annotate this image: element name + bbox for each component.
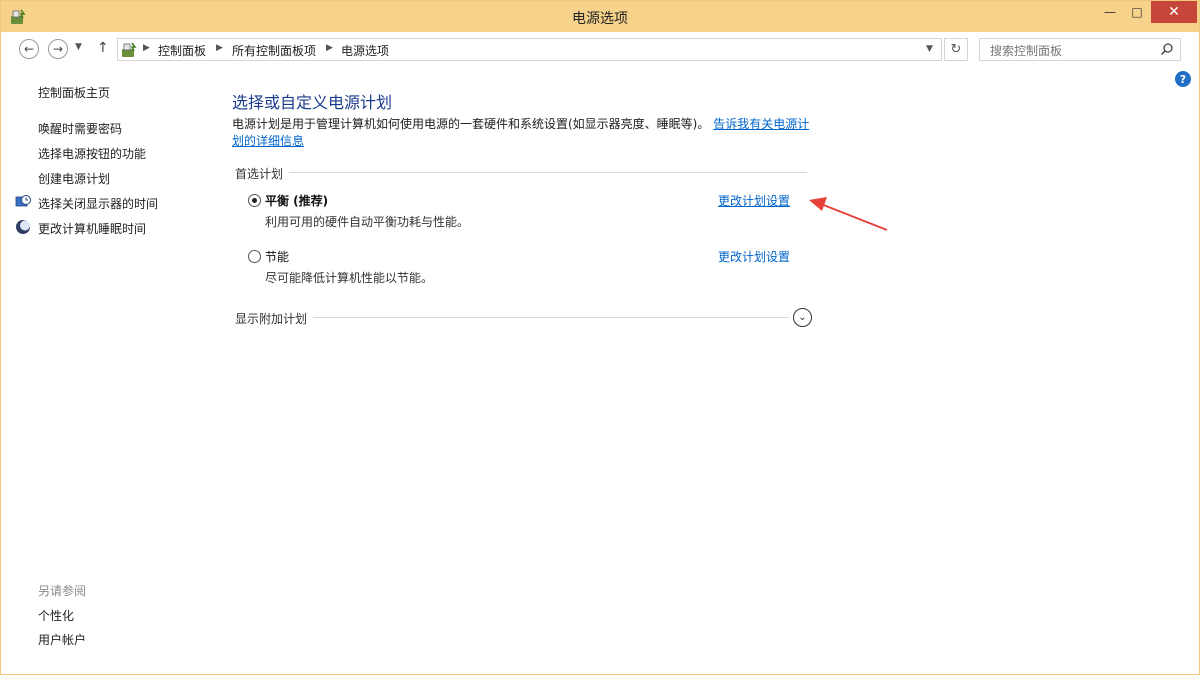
address-dropdown-icon[interactable]: ▼ [926,44,933,54]
balanced-change-settings-link[interactable]: 更改计划设置 [718,192,790,209]
require-password-link[interactable]: 唤醒时需要密码 [38,120,122,137]
minimize-button[interactable]: — [1098,1,1122,23]
page-description: 电源计划是用于管理计算机如何使用电源的一套硬件和系统设置(如显示器亮度、睡眠等)… [232,116,812,150]
personalization-link[interactable]: 个性化 [38,607,74,624]
breadcrumb-control-panel[interactable]: 控制面板 [158,42,206,59]
show-additional-plans-label[interactable]: 显示附加计划 [235,310,314,327]
expand-additional-plans-button[interactable]: ⌄ [793,308,812,327]
window: 电源选项 — □ ✕ ← → ▼ ↑ ▶ 控制面板 ▶ 所有控制面板项 ▶ 电源… [0,0,1200,675]
breadcrumb-power-options[interactable]: 电源选项 [341,42,389,59]
breadcrumb-separator-icon: ▶ [216,43,223,53]
user-accounts-link[interactable]: 用户帐户 [38,631,86,648]
close-button[interactable]: ✕ [1151,1,1197,23]
additional-divider [235,317,789,318]
power-saver-plan-description: 尽可能降低计算机性能以节能。 [265,271,434,285]
power-saver-change-settings-link[interactable]: 更改计划设置 [718,248,790,265]
preferred-divider [235,172,807,173]
control-panel-icon [122,42,137,57]
maximize-button[interactable]: □ [1125,1,1149,23]
breadcrumb-all-items[interactable]: 所有控制面板项 [232,42,316,59]
forward-button[interactable]: → [48,39,68,59]
back-button[interactable]: ← [19,39,39,59]
search-box[interactable]: 搜索控制面板 [979,38,1181,61]
up-button[interactable]: ↑ [97,40,109,56]
balanced-plan-name[interactable]: 平衡 (推荐) [265,192,328,209]
balanced-plan-description: 利用可用的硬件自动平衡功耗与性能。 [265,215,470,229]
sleep-time-link[interactable]: 更改计算机睡眠时间 [38,220,146,237]
see-also-heading: 另请参阅 [38,584,87,598]
control-panel-home-link[interactable]: 控制面板主页 [38,84,110,101]
help-icon[interactable]: ? [1175,71,1191,87]
create-power-plan-link[interactable]: 创建电源计划 [38,170,110,187]
navigation-bar: ← → ▼ ↑ ▶ 控制面板 ▶ 所有控制面板项 ▶ 电源选项 ▼ ↻ 搜索控制… [1,32,1199,67]
refresh-button[interactable]: ↻ [944,38,968,61]
forward-arrow-icon: → [52,42,64,56]
annotation-arrow-icon [809,197,888,231]
page-title: 选择或自定义电源计划 [232,93,393,112]
back-arrow-icon: ← [23,42,35,56]
balanced-plan-radio[interactable] [248,194,261,207]
search-icon[interactable] [1160,42,1174,56]
title-bar: 电源选项 — □ ✕ [1,1,1199,32]
window-title: 电源选项 [572,11,628,27]
power-saver-plan-name[interactable]: 节能 [265,248,289,265]
description-text: 电源计划是用于管理计算机如何使用电源的一套硬件和系统设置(如显示器亮度、睡眠等)… [232,117,710,131]
display-off-time-link[interactable]: 选择关闭显示器的时间 [38,195,158,212]
refresh-icon: ↻ [950,42,962,57]
breadcrumb-separator-icon: ▶ [326,43,333,53]
search-input[interactable]: 搜索控制面板 [990,42,1062,59]
recent-locations-dropdown[interactable]: ▼ [75,42,82,52]
chevron-down-icon: ⌄ [798,312,807,323]
power-saver-plan-radio[interactable] [248,250,261,263]
sleep-moon-icon [16,220,30,234]
preferred-plans-label: 首选计划 [235,165,290,182]
address-bar[interactable]: ▶ 控制面板 ▶ 所有控制面板项 ▶ 电源选项 ▼ [117,38,942,61]
breadcrumb-separator-icon: ▶ [143,43,150,53]
power-button-function-link[interactable]: 选择电源按钮的功能 [38,145,146,162]
display-timer-icon [15,195,31,207]
